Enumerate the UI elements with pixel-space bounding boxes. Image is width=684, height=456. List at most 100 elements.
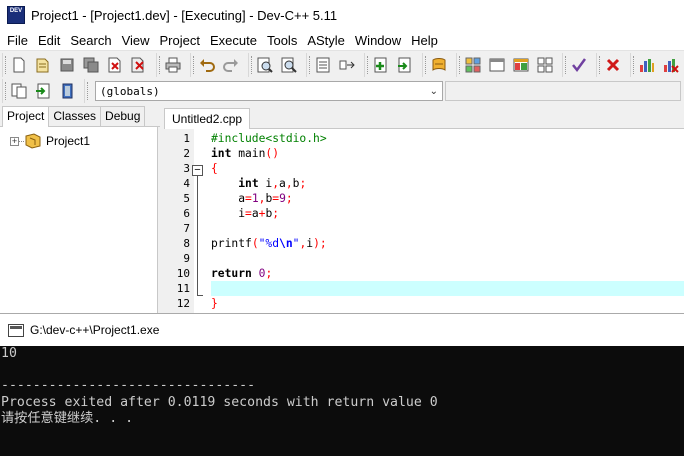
- code-line-6: i=a+b;: [211, 206, 684, 221]
- console-line: 请按任意键继续. . .: [1, 411, 134, 426]
- line-number: 12: [176, 297, 190, 310]
- compile-icon[interactable]: [462, 54, 484, 76]
- identifier: a: [279, 177, 286, 190]
- menu-astyle[interactable]: AStyle: [302, 33, 350, 48]
- panel-tabs: Project Classes Debug: [0, 105, 160, 127]
- redo-icon[interactable]: [220, 54, 242, 76]
- chevron-down-icon: ⌄: [429, 85, 438, 97]
- symbol: (: [251, 237, 259, 250]
- symbol: ;: [299, 177, 307, 190]
- syntax-check-icon[interactable]: [568, 54, 590, 76]
- symbol: );: [313, 237, 327, 250]
- print-toolbar-group: [156, 52, 188, 77]
- stop-toolbar-group: [596, 52, 628, 77]
- line-number: 10: [176, 267, 190, 280]
- menu-project[interactable]: Project: [155, 33, 205, 48]
- menu-view[interactable]: View: [117, 33, 155, 48]
- identifier: main: [231, 147, 266, 160]
- stop-icon[interactable]: [602, 54, 624, 76]
- number: 1: [251, 192, 259, 205]
- code-line-12: }: [211, 296, 684, 311]
- rebuild-icon[interactable]: [534, 54, 556, 76]
- close-icon[interactable]: [104, 54, 126, 76]
- secondary-toolbar: (globals) ⌄: [0, 78, 684, 104]
- replace-icon[interactable]: [278, 54, 300, 76]
- new-file-icon[interactable]: [8, 54, 30, 76]
- menu-execute[interactable]: Execute: [205, 33, 262, 48]
- class-combo-group: (globals) ⌄: [84, 79, 681, 103]
- undo-icon[interactable]: [196, 54, 218, 76]
- identifier: i: [258, 177, 273, 190]
- indent-icon[interactable]: [312, 54, 334, 76]
- code-line-2: int main(): [211, 146, 684, 161]
- new-project-toolbar-group: [2, 79, 82, 103]
- bookmark-toolbar-group: [422, 52, 454, 77]
- console-titlebar[interactable]: G:\dev-c++\Project1.exe: [0, 313, 684, 346]
- menu-file[interactable]: File: [2, 33, 33, 48]
- project-options-icon[interactable]: [56, 80, 78, 102]
- bookmark-icon[interactable]: [428, 54, 450, 76]
- line-number-gutter: 1 2 3 4 5 6 7 8 9 10 11 12: [164, 129, 194, 313]
- code-line-11-active: [211, 281, 684, 296]
- console-title: G:\dev-c++\Project1.exe: [30, 323, 160, 337]
- devcpp-app-icon: DEV: [7, 6, 25, 24]
- project-tree: + Project1: [0, 127, 158, 313]
- symbol: ;: [265, 267, 273, 280]
- unindent-icon[interactable]: [336, 54, 358, 76]
- project-toolbar-group: [364, 52, 420, 77]
- menu-tools[interactable]: Tools: [262, 33, 302, 48]
- save-all-icon[interactable]: [80, 54, 102, 76]
- remove-file-icon[interactable]: [394, 54, 416, 76]
- save-icon[interactable]: [56, 54, 78, 76]
- add-file-icon[interactable]: [370, 54, 392, 76]
- menu-search[interactable]: Search: [65, 33, 116, 48]
- symbol: {: [211, 162, 218, 175]
- tree-item-project1[interactable]: + Project1: [10, 133, 90, 149]
- tab-debug[interactable]: Debug: [100, 106, 146, 126]
- fold-collapse-icon[interactable]: −: [192, 165, 203, 176]
- project-icon: [25, 133, 41, 149]
- symbol: ,: [285, 177, 293, 190]
- symbol: =: [245, 192, 252, 205]
- new-project-icon[interactable]: [8, 80, 30, 102]
- code-editor[interactable]: 1 2 3 4 5 6 7 8 9 10 11 12 − #include<st…: [164, 129, 684, 313]
- line-number: 4: [183, 177, 190, 190]
- console-line: Process exited after 0.0119 seconds with…: [1, 395, 438, 410]
- run-icon[interactable]: [486, 54, 508, 76]
- compile-run-icon[interactable]: [510, 54, 532, 76]
- expand-toggle[interactable]: +: [10, 136, 19, 146]
- layout-toolbar-group: [456, 52, 560, 77]
- fold-guide-end: [197, 295, 203, 296]
- menu-window[interactable]: Window: [350, 33, 406, 48]
- open-file-icon[interactable]: [32, 54, 54, 76]
- escape-sequence: \n: [279, 237, 293, 250]
- delete-profile-icon[interactable]: [660, 54, 682, 76]
- identifier: a: [238, 192, 246, 205]
- console-output[interactable]: 10 -------------------------------- Proc…: [0, 346, 684, 456]
- globals-dropdown[interactable]: (globals) ⌄: [95, 81, 443, 101]
- menu-edit[interactable]: Edit: [33, 33, 65, 48]
- insert-file-icon[interactable]: [32, 80, 54, 102]
- menu-help[interactable]: Help: [406, 33, 443, 48]
- editor-tab-strip: Untitled2.cpp: [164, 105, 684, 129]
- profile-icon[interactable]: [636, 54, 658, 76]
- console-icon: [8, 323, 24, 337]
- tab-project[interactable]: Project: [2, 106, 50, 127]
- main-toolbar: [0, 50, 684, 78]
- close-all-icon[interactable]: [128, 54, 150, 76]
- tab-untitled2-cpp[interactable]: Untitled2.cpp: [164, 108, 251, 129]
- line-number: 9: [183, 252, 190, 265]
- print-icon[interactable]: [162, 54, 184, 76]
- symbol: =: [245, 207, 252, 220]
- window-titlebar[interactable]: DEV Project1 - [Project1.dev] - [Executi…: [0, 0, 684, 30]
- project-name-label: Project1: [46, 134, 91, 148]
- line-number: 6: [183, 207, 190, 220]
- undo-toolbar-group: [190, 52, 246, 77]
- members-dropdown[interactable]: [445, 81, 681, 101]
- identifier: printf: [211, 237, 252, 250]
- file-toolbar-group: [2, 52, 154, 77]
- find-icon[interactable]: [254, 54, 276, 76]
- tab-classes[interactable]: Classes: [48, 106, 102, 126]
- line-number: 1: [183, 132, 190, 145]
